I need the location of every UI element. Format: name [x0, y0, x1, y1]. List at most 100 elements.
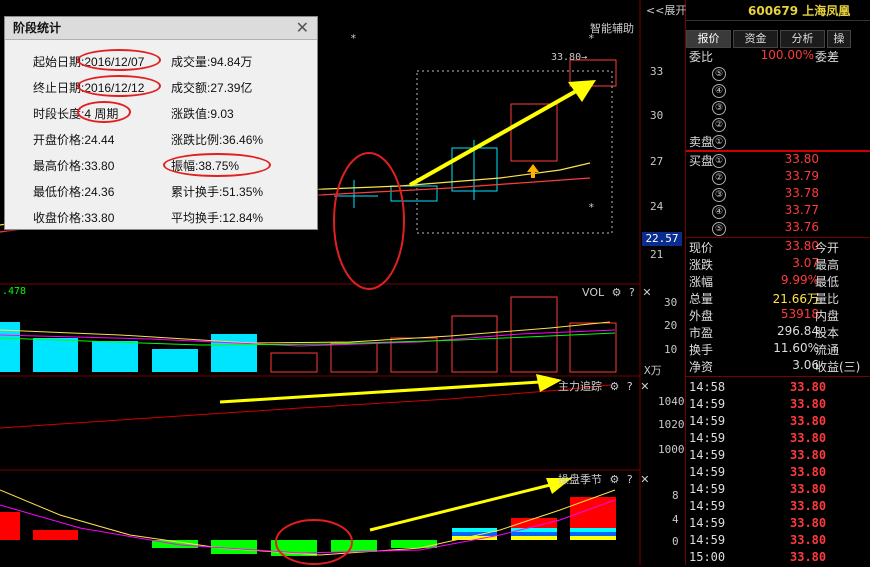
season-axis-4: 4 — [672, 513, 679, 526]
vol-axis-10: 10 — [664, 343, 678, 356]
stat-row: 现价 33.80 今开 — [689, 239, 840, 255]
sell-level-3: ③ — [686, 99, 870, 116]
high-price-field: 最高价格:33.80 — [33, 159, 115, 173]
stock-title: 600679 上海凤凰 — [748, 4, 851, 18]
tick-row: 14:59 33.80 — [689, 533, 827, 547]
volume-field: 成交量:94.84万 — [171, 55, 253, 69]
tick-row: 14:59 33.80 — [689, 414, 827, 428]
season-bars — [0, 478, 616, 565]
tab-fund[interactable]: 资金 — [733, 30, 778, 48]
dialog-title: 阶段统计 — [13, 21, 62, 35]
gear-icon[interactable]: ⚙ — [612, 286, 622, 299]
low-price-field: 最低价格:24.36 — [33, 185, 115, 199]
tick-row: 14:58 33.80 — [689, 380, 827, 394]
tab-operate[interactable]: 操 — [827, 30, 851, 48]
stat-row: 涨跌 3.07 最高 — [689, 256, 840, 272]
close-icon[interactable]: ✕ — [640, 473, 649, 486]
help-icon[interactable]: ? — [629, 286, 635, 299]
stat-row: 换手 11.60% 流通 — [689, 341, 840, 357]
current-price-tag: 22.57 — [642, 232, 682, 246]
tick-row: 14:59 33.80 — [689, 499, 827, 513]
tab-analysis[interactable]: 分析 — [780, 30, 825, 48]
vol-unit: X万 — [644, 364, 662, 377]
up-arrow-icon — [527, 164, 539, 178]
weibi-row: 委比 100.00% 委差 — [689, 48, 840, 64]
tick-row: 14:59 33.80 — [689, 397, 827, 411]
tick-row: 14:59 33.80 — [689, 431, 827, 445]
star-marker-3: * — [588, 201, 595, 214]
axis-33: 33 — [650, 65, 664, 78]
close-icon[interactable]: ✕ — [640, 380, 649, 393]
axis-24: 24 — [650, 200, 664, 213]
buy-level-1: 买盘 ① 33.80 — [689, 152, 819, 168]
annotation-ellipse — [163, 153, 271, 177]
price-marker: 33.80→ — [551, 52, 588, 63]
power-label: 主力追踪 — [558, 380, 602, 393]
expand-button[interactable]: <<展开 — [646, 2, 686, 18]
annotation-ellipse — [77, 49, 161, 71]
divider — [686, 237, 870, 238]
tab-quote[interactable]: 报价 — [686, 30, 731, 48]
buy-level-5: ⑤ 33.76 — [686, 220, 870, 237]
close-icon[interactable]: ✕ — [642, 286, 651, 299]
cum-turnover-field: 累计换手:51.35% — [171, 185, 264, 199]
divider — [686, 376, 870, 377]
power-axis-1040: 1040 — [658, 395, 685, 408]
stat-row: 涨幅 9.99% 最低 — [689, 273, 840, 289]
sell-level-4: ④ — [686, 82, 870, 99]
star-marker-2: * — [588, 32, 595, 45]
season-axis-0: 0 — [672, 535, 679, 548]
axis-30: 30 — [650, 109, 664, 122]
stage-stats-dialog[interactable]: 阶段统计 ✕ 起始日期:2016/12/07 终止日期:2016/12/12 时… — [4, 16, 318, 230]
tick-row: 14:59 33.80 — [689, 482, 827, 496]
season-axis-8: 8 — [672, 489, 679, 502]
gear-icon[interactable]: ⚙ — [610, 380, 620, 393]
annotation-ellipse — [77, 101, 131, 123]
vol-label: VOL — [582, 286, 605, 299]
axis-21: 21 — [650, 248, 664, 261]
amount-field: 成交额:27.39亿 — [171, 81, 253, 95]
buy-level-4: ④ 33.77 — [686, 203, 870, 220]
stat-row: 外盘 53918 内盘 — [689, 307, 840, 323]
sell-level-2: ② — [686, 116, 870, 133]
tick-row: 14:59 33.80 — [689, 448, 827, 462]
close-price-field: 收盘价格:33.80 — [33, 211, 115, 225]
open-price-field: 开盘价格:24.44 — [33, 133, 115, 147]
gear-icon[interactable]: ⚙ — [610, 473, 620, 486]
vol-value-left: .478 — [2, 286, 27, 297]
sell-level-1: 卖盘 ① — [686, 133, 870, 150]
power-toolbar: 主力追踪 ⚙ ? ✕ — [554, 378, 649, 394]
dialog-title-bar[interactable]: 阶段统计 ✕ — [5, 17, 317, 40]
help-icon[interactable]: ? — [627, 473, 633, 486]
season-label: 操盘季节 — [558, 473, 602, 486]
tick-row: 15:00 33.80 — [689, 550, 827, 564]
quote-header: <<展开 600679 上海凤凰 — [646, 0, 870, 21]
buy-level-3: ③ 33.78 — [686, 186, 870, 203]
main-panel-label: 智能辅助 — [590, 22, 634, 35]
vol-axis-30: 30 — [664, 296, 678, 309]
tick-row: 14:59 33.80 — [689, 516, 827, 530]
stat-row: 总量 21.66万 量比 — [689, 292, 840, 306]
quote-panel: <<展开 600679 上海凤凰 报价 资金 分析 操 委比 100.00% 委… — [646, 0, 870, 565]
stat-row: 市盈 296.84 股本 — [689, 324, 840, 340]
avg-turnover-field: 平均换手:12.84% — [171, 211, 264, 225]
highlight-ellipse — [333, 152, 405, 290]
candle — [390, 185, 438, 202]
help-icon[interactable]: ? — [627, 380, 633, 393]
close-icon[interactable]: ✕ — [296, 17, 309, 39]
vol-toolbar: VOL ⚙ ? ✕ — [578, 286, 652, 299]
change-value-field: 涨跌值:9.03 — [171, 107, 234, 121]
quote-tabs: 报价 资金 分析 操 — [686, 30, 870, 48]
vol-axis-20: 20 — [664, 319, 678, 332]
annotation-ellipse — [77, 75, 161, 97]
power-axis-1000: 1000 — [658, 443, 685, 456]
volume-bars — [0, 296, 617, 373]
buy-level-2: ② 33.79 — [686, 169, 870, 186]
power-axis-1020: 1020 — [658, 418, 685, 431]
tick-row: 14:59 33.80 — [689, 465, 827, 479]
stat-row: 净资 3.06 收益(三) — [689, 358, 861, 374]
sell-level-5: ⑤ — [686, 65, 870, 82]
axis-27: 27 — [650, 155, 664, 168]
season-toolbar: 操盘季节 ⚙ ? ✕ — [554, 471, 649, 487]
star-marker: * — [350, 32, 357, 45]
